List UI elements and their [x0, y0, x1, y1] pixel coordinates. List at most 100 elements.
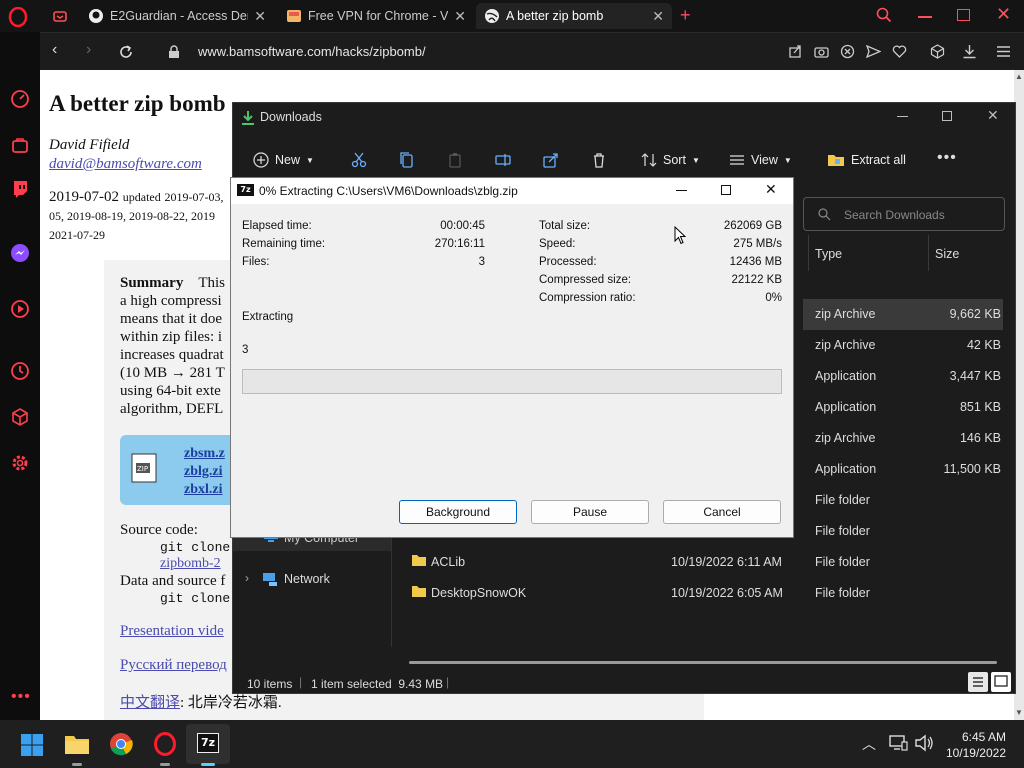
search-downloads-input[interactable]: Search Downloads	[803, 197, 1005, 231]
opera-taskbar-icon[interactable]	[153, 732, 177, 756]
close-tab-icon[interactable]: ✕	[254, 8, 266, 25]
heart-icon[interactable]	[892, 44, 907, 59]
search-tabs-icon[interactable]	[876, 7, 892, 23]
expand-chevron-icon[interactable]: ›	[245, 571, 249, 585]
more-options-icon[interactable]: •••	[937, 149, 957, 167]
url-field[interactable]: www.bamsoftware.com/hacks/zipbomb/	[198, 44, 426, 59]
scroll-down-arrow[interactable]: ▼	[1015, 708, 1023, 717]
show-hidden-icons-chevron-icon[interactable]: ︿	[862, 734, 876, 754]
new-button[interactable]: New ▼	[253, 147, 314, 173]
cut-icon[interactable]	[351, 152, 367, 168]
dialog-close-button[interactable]: ✕	[765, 181, 777, 198]
speed-dial-icon[interactable]	[9, 88, 31, 110]
close-window-button[interactable]: ✕	[996, 4, 1011, 25]
cancel-button[interactable]: Cancel	[663, 500, 781, 524]
player-icon[interactable]	[9, 298, 31, 320]
reload-icon[interactable]	[118, 44, 134, 60]
download-link[interactable]: zbxl.zi	[184, 481, 225, 499]
details-view-button[interactable]	[968, 672, 988, 692]
file-row[interactable]: Application 11,500 KB	[803, 454, 1003, 485]
nav-item-network[interactable]: › Network	[233, 565, 391, 593]
russian-translation-link[interactable]: Русский перевод	[120, 657, 227, 674]
7zip-icon: 7z	[237, 184, 254, 196]
share-icon[interactable]	[788, 44, 803, 59]
zipbomb-repo-link[interactable]: zipbomb-2	[160, 556, 221, 572]
clock-time[interactable]: 6:45 AM	[946, 730, 1006, 744]
explorer-minimize-button[interactable]	[897, 116, 908, 117]
paste-icon[interactable]	[447, 152, 463, 168]
clock-date[interactable]: 10/19/2022	[940, 746, 1006, 760]
column-header-size[interactable]: Size	[935, 247, 959, 261]
author-email-link[interactable]: david@bamsoftware.com	[49, 156, 202, 173]
start-windows-icon[interactable]	[20, 733, 44, 757]
pause-button[interactable]: Pause	[531, 500, 649, 524]
dialog-minimize-button[interactable]	[676, 190, 687, 191]
file-row-selected[interactable]: zip Archive 9,662 KB	[803, 299, 1003, 330]
download-icon[interactable]	[962, 44, 977, 59]
file-explorer-icon[interactable]	[64, 732, 90, 756]
copy-icon[interactable]	[399, 152, 415, 168]
opera-logo-icon[interactable]	[8, 7, 28, 27]
search-icon	[818, 208, 831, 221]
history-icon[interactable]	[9, 360, 31, 382]
column-header-type[interactable]: Type	[815, 247, 842, 261]
sort-button[interactable]: Sort ▼	[641, 147, 700, 173]
rename-icon[interactable]	[495, 152, 511, 168]
file-row[interactable]: Application 3,447 KB	[803, 361, 1003, 392]
minimize-button[interactable]	[918, 16, 932, 18]
file-row[interactable]: File folder	[803, 516, 1003, 547]
7zip-taskbar-button[interactable]: 7z	[186, 724, 230, 764]
file-row[interactable]: zip Archive 42 KB	[803, 330, 1003, 361]
easy-setup-icon[interactable]	[996, 44, 1011, 59]
maximize-button[interactable]	[957, 9, 970, 21]
remaining-time-value: 270:16:11	[434, 238, 485, 250]
twitch-icon[interactable]	[9, 178, 31, 200]
scroll-up-arrow[interactable]: ▲	[1015, 72, 1023, 81]
chrome-icon[interactable]	[109, 732, 133, 756]
dialog-maximize-button[interactable]	[721, 185, 731, 195]
extracting-status: Extracting	[242, 311, 294, 323]
file-row[interactable]: zip Archive 146 KB	[803, 423, 1003, 454]
settings-gear-icon[interactable]	[9, 452, 31, 474]
file-row[interactable]: Application 851 KB	[803, 392, 1003, 423]
back-button[interactable]: ‹	[52, 41, 57, 59]
forward-button[interactable]: ›	[86, 41, 91, 59]
messenger-icon[interactable]	[9, 242, 31, 264]
explorer-maximize-button[interactable]	[942, 111, 952, 121]
explorer-close-button[interactable]: ✕	[987, 107, 999, 124]
extensions-cube-icon[interactable]	[9, 406, 31, 428]
shopping-icon[interactable]	[9, 134, 31, 156]
tab-free-vpn[interactable]: Free VPN for Chrome - VPN ✕	[278, 3, 474, 29]
lock-icon[interactable]	[168, 45, 180, 59]
camera-icon[interactable]	[814, 44, 829, 59]
tiles-view-button[interactable]	[991, 672, 1011, 692]
tab-menu-icon[interactable]	[52, 8, 68, 24]
network-status-icon[interactable]	[888, 734, 908, 752]
send-icon[interactable]	[866, 44, 881, 59]
share-icon[interactable]	[543, 152, 559, 168]
extract-all-button[interactable]: Extract all	[827, 147, 906, 173]
chinese-translation-link[interactable]: 中文翻译	[120, 695, 180, 711]
download-link[interactable]: zbsm.z	[184, 445, 225, 463]
tab-e2guardian[interactable]: E2Guardian - Access Denie ✕	[80, 3, 274, 29]
more-sidebar-icon[interactable]: •••	[11, 688, 31, 706]
file-row-desktopsnowok[interactable]: DesktopSnowOK 10/19/2022 6:05 AM File fo…	[399, 578, 1003, 609]
compression-ratio-value: 0%	[765, 292, 782, 304]
file-row-aclib[interactable]: ACLib 10/19/2022 6:11 AM File folder	[399, 547, 1003, 578]
presentation-video-link[interactable]: Presentation vide	[120, 623, 224, 640]
volume-icon[interactable]	[914, 734, 934, 752]
adblock-icon[interactable]	[840, 44, 855, 59]
background-button[interactable]: Background	[399, 500, 517, 524]
tab-zipbomb[interactable]: A better zip bomb ✕	[476, 3, 672, 29]
cube-icon[interactable]	[930, 44, 945, 59]
horizontal-scrollbar[interactable]	[409, 661, 997, 664]
delete-icon[interactable]	[591, 152, 607, 168]
close-tab-icon[interactable]: ✕	[652, 8, 664, 25]
new-tab-button[interactable]: +	[680, 5, 691, 26]
close-tab-icon[interactable]: ✕	[454, 8, 466, 25]
file-row[interactable]: File folder	[803, 485, 1003, 516]
new-label: New	[275, 153, 301, 167]
download-link[interactable]: zblg.zi	[184, 463, 225, 481]
view-button[interactable]: View ▼	[729, 147, 792, 173]
speed-label: Speed:	[539, 238, 576, 250]
